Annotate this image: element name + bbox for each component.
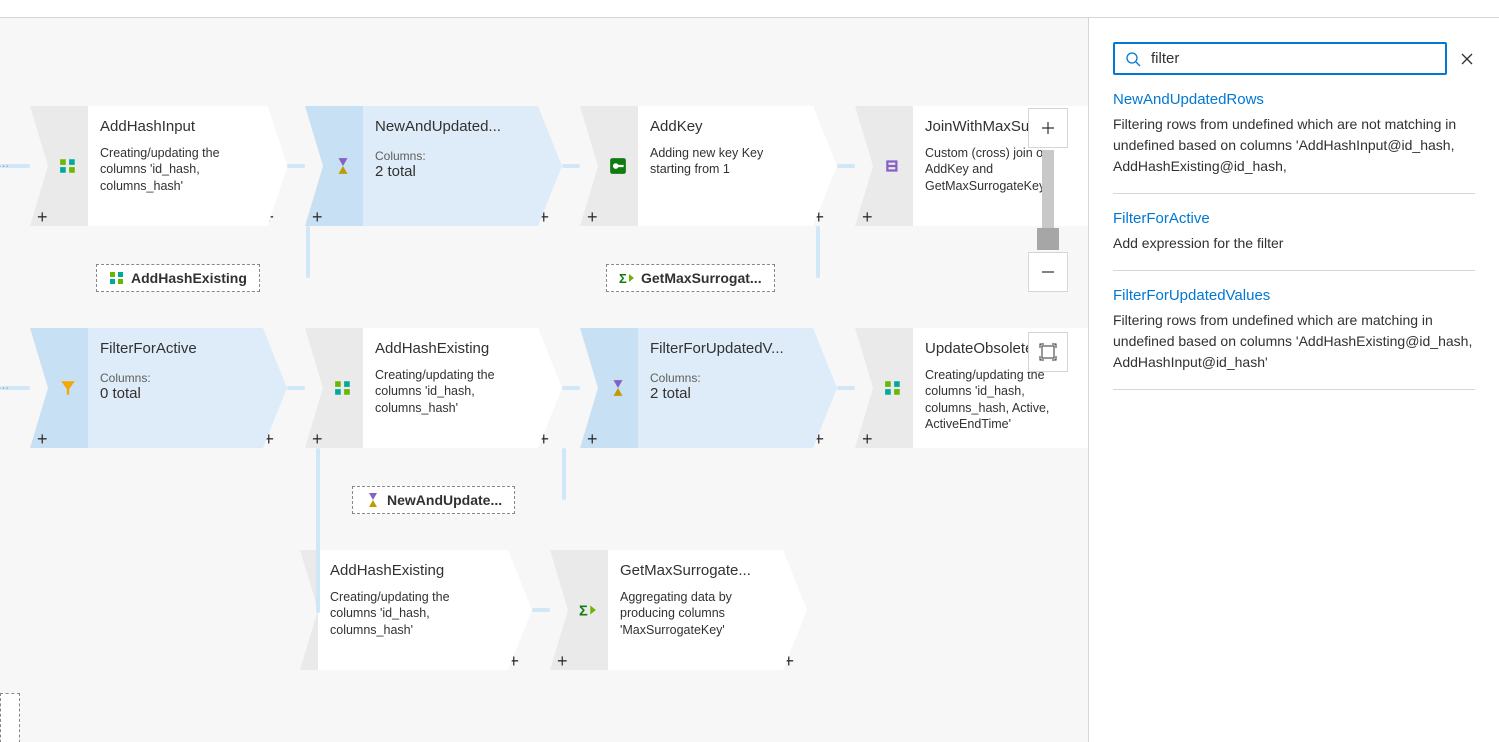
result-desc: Filtering rows from undefined which are … — [1113, 114, 1475, 177]
ref-getmaxsurrogate[interactable]: Σ GetMaxSurrogat... — [606, 264, 775, 292]
add-before-icon[interactable]: + — [587, 429, 598, 450]
node-addhashexisting-2[interactable]: AddHashExisting Creating/updating the col… — [318, 550, 508, 670]
node-meta: Columns: — [650, 371, 799, 385]
node-meta: Columns: — [100, 371, 249, 385]
exists-icon — [609, 379, 627, 397]
dataflow-canvas[interactable]: + AddHashInput Creating/updating the colu… — [0, 18, 1089, 742]
flow-row-2: + FilterForActiveColumns:0 total + + Add… — [0, 328, 1089, 448]
zoom-thumb[interactable] — [1037, 228, 1059, 250]
result-title: FilterForUpdatedValues — [1113, 287, 1475, 304]
node-count: 2 total — [650, 385, 799, 402]
search-result[interactable]: FilterForUpdatedValues Filtering rows fr… — [1113, 271, 1475, 390]
node-getmaxsurrogatekey[interactable]: + Σ GetMaxSurrogate...Aggregating data b… — [568, 550, 783, 670]
derive-icon — [334, 379, 352, 397]
close-icon[interactable] — [1459, 51, 1475, 67]
node-addhashexisting-1[interactable]: + AddHashExistingCreating/updating the c… — [323, 328, 538, 448]
add-before-icon[interactable]: + — [312, 207, 323, 228]
result-title: FilterForActive — [1113, 210, 1475, 227]
search-result[interactable]: FilterForActive Add expression for the f… — [1113, 194, 1475, 271]
node-addhashinput[interactable]: + AddHashInputCreating/updating the colu… — [48, 106, 263, 226]
node-desc: Creating/updating the columns 'id_hash, … — [925, 367, 1074, 432]
svg-text:Σ: Σ — [579, 604, 588, 619]
aggregate-icon: Σ — [619, 270, 635, 286]
exists-icon — [365, 492, 381, 508]
add-before-icon[interactable]: + — [557, 651, 568, 672]
svg-text:Σ: Σ — [619, 271, 627, 286]
derive-icon — [884, 379, 902, 397]
node-desc: Creating/updating the columns 'id_hash, … — [330, 589, 494, 638]
fit-to-screen-button[interactable] — [1028, 332, 1068, 372]
search-input[interactable] — [1151, 50, 1435, 67]
join-icon — [884, 157, 902, 175]
add-after-icon[interactable]: + — [1088, 429, 1089, 450]
filter-icon — [59, 379, 77, 397]
node-count: 0 total — [100, 385, 249, 402]
node-filterforupdatedvalues[interactable]: + FilterForUpdatedV...Columns:2 total + — [598, 328, 813, 448]
add-before-icon[interactable]: + — [37, 207, 48, 228]
search-panel: NewAndUpdatedRows Filtering rows from un… — [1089, 18, 1499, 742]
result-desc: Filtering rows from undefined which are … — [1113, 310, 1475, 373]
add-before-icon[interactable]: + — [37, 429, 48, 450]
node-title: AddHashExisting — [330, 562, 494, 579]
search-box[interactable] — [1113, 42, 1447, 75]
add-before-icon[interactable]: + — [587, 207, 598, 228]
result-desc: Add expression for the filter — [1113, 233, 1475, 254]
result-title: NewAndUpdatedRows — [1113, 91, 1475, 108]
node-title: FilterForUpdatedV... — [650, 340, 799, 357]
node-title: AddKey — [650, 118, 799, 135]
add-before-icon[interactable]: + — [862, 207, 873, 228]
zoom-controls — [1028, 108, 1068, 372]
zoom-out-button[interactable] — [1028, 252, 1068, 292]
zoom-in-button[interactable] — [1028, 108, 1068, 148]
ref-addhashexisting[interactable]: AddHashExisting — [96, 264, 260, 292]
node-desc: Aggregating data by producing columns 'M… — [620, 589, 769, 638]
node-title: AddHashExisting — [375, 340, 524, 357]
ref-newandupdated[interactable]: NewAndUpdate... — [352, 486, 515, 514]
node-desc: Creating/updating the columns 'id_hash, … — [100, 145, 249, 194]
derive-icon — [59, 157, 77, 175]
node-meta: Columns: — [375, 149, 524, 163]
node-addkey[interactable]: + AddKeyAdding new key Key starting from… — [598, 106, 813, 226]
zoom-slider[interactable] — [1042, 150, 1054, 250]
node-desc: Adding new key Key starting from 1 — [650, 145, 799, 178]
surrogate-key-icon — [609, 157, 627, 175]
flow-row-1: + AddHashInput Creating/updating the colu… — [0, 106, 1089, 226]
derive-icon — [109, 270, 125, 286]
node-filterforactive[interactable]: + FilterForActiveColumns:0 total + — [48, 328, 263, 448]
flow-row-3: AddHashExisting Creating/updating the col… — [300, 550, 807, 670]
search-result[interactable]: NewAndUpdatedRows Filtering rows from un… — [1113, 75, 1475, 194]
node-title: AddHashInput — [100, 118, 249, 135]
node-newandupdatedrows[interactable]: + NewAndUpdated...Columns:2 total + — [323, 106, 538, 226]
node-title: GetMaxSurrogate... — [620, 562, 769, 579]
node-desc: Creating/updating the columns 'id_hash, … — [375, 367, 524, 416]
exists-icon — [334, 157, 352, 175]
partial-ref-box[interactable] — [0, 693, 20, 742]
node-title: NewAndUpdated... — [375, 118, 524, 135]
add-before-icon[interactable]: + — [862, 429, 873, 450]
aggregate-icon: Σ — [579, 601, 597, 619]
add-before-icon[interactable]: + — [312, 429, 323, 450]
search-icon — [1125, 51, 1141, 67]
node-count: 2 total — [375, 163, 524, 180]
add-after-icon[interactable]: + — [1088, 207, 1089, 228]
node-title: FilterForActive — [100, 340, 249, 357]
